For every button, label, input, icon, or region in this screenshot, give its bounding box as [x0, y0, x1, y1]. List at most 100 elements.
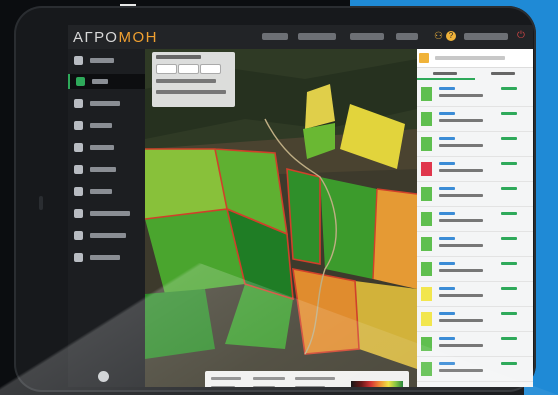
field-index-value [501, 262, 517, 265]
field-color-swatch [421, 287, 432, 301]
layer-tab-2[interactable] [178, 64, 199, 74]
tab-groups[interactable] [475, 69, 533, 80]
legend-label-1 [211, 377, 241, 380]
field-list-item[interactable] [417, 232, 533, 257]
filter-icon[interactable] [419, 53, 429, 63]
sidebar-item-label [90, 123, 112, 128]
field-list-item[interactable] [417, 307, 533, 332]
field-list-item[interactable] [417, 382, 533, 387]
field-index-value [501, 312, 517, 315]
app-logo[interactable]: АГРОМОН [73, 29, 158, 46]
sidebar-item-label [92, 79, 108, 84]
field-crop-area [439, 94, 483, 97]
sidebar-item-5[interactable] [68, 140, 145, 155]
fields-panel [417, 49, 533, 387]
field-color-swatch [421, 187, 432, 201]
field-color-swatch [421, 312, 432, 326]
field-list-item[interactable] [417, 182, 533, 207]
top-nav-link-4[interactable] [396, 33, 418, 40]
field-id [439, 312, 455, 315]
sidebar-item-9[interactable] [68, 228, 145, 243]
field-list-item[interactable] [417, 132, 533, 157]
field-index-value [501, 212, 517, 215]
field-crop-area [439, 319, 483, 322]
field-id [439, 337, 455, 340]
layer-tab-1[interactable] [156, 64, 177, 74]
sidebar-item-label [90, 167, 116, 172]
sidebar-item-label [90, 255, 120, 260]
app-screen: АГРОМОН ⚇ ? ⏻ [68, 25, 533, 387]
top-bar: АГРОМОН ⚇ ? ⏻ [68, 25, 533, 49]
field-color-swatch [421, 162, 432, 176]
sidebar-item-1[interactable] [68, 53, 145, 68]
field-crop-area [439, 369, 483, 372]
power-icon[interactable]: ⏻ [516, 31, 526, 41]
question-icon[interactable]: ? [446, 31, 456, 41]
field-index-value [501, 287, 517, 290]
field-index-value [501, 187, 517, 190]
field-crop-area [439, 344, 483, 347]
sidebar-icon [74, 187, 83, 196]
sidebar-item-7[interactable] [68, 184, 145, 199]
top-nav-link-2[interactable] [298, 33, 336, 40]
layer-panel [152, 52, 235, 107]
field-crop-area [439, 169, 483, 172]
top-nav-link-1[interactable] [262, 33, 288, 40]
map-field-7 [145, 289, 215, 359]
field-id [439, 212, 455, 215]
fields-search[interactable] [417, 49, 533, 68]
legend-value-1 [211, 386, 235, 387]
map-icon [76, 77, 85, 86]
field-color-swatch [421, 337, 432, 351]
season-selector[interactable] [350, 33, 384, 40]
sidebar [68, 49, 145, 387]
layer-panel-title [156, 55, 201, 59]
map-view[interactable]: + − □ ◎ [145, 49, 417, 387]
logo-accent-text: МОН [118, 29, 158, 46]
field-id [439, 287, 455, 290]
layer-option-2[interactable] [156, 90, 226, 94]
tab-label [491, 72, 515, 75]
field-list-item[interactable] [417, 207, 533, 232]
field-id [439, 137, 455, 140]
tab-fields[interactable] [417, 69, 475, 80]
legend-label-2 [253, 377, 285, 380]
field-index-value [501, 162, 517, 165]
sidebar-item-label [90, 58, 114, 63]
layer-option-1[interactable] [156, 79, 216, 83]
sidebar-item-4[interactable] [68, 118, 145, 133]
index-legend-bar [205, 371, 409, 387]
legend-value-3 [295, 386, 325, 387]
user-name[interactable] [464, 33, 508, 40]
sidebar-item-8[interactable] [68, 206, 145, 221]
tablet-frame: АГРОМОН ⚇ ? ⏻ [14, 6, 536, 392]
field-index-value [501, 362, 517, 365]
sidebar-item-3[interactable] [68, 96, 145, 111]
tab-label [433, 72, 457, 75]
field-list-item[interactable] [417, 332, 533, 357]
legend-value-2 [253, 386, 275, 387]
sidebar-item-10[interactable] [68, 250, 145, 265]
field-id [439, 162, 455, 165]
field-id [439, 112, 455, 115]
field-list-item[interactable] [417, 107, 533, 132]
layer-tab-3[interactable] [200, 64, 221, 74]
field-list-item[interactable] [417, 257, 533, 282]
map-field-1 [145, 149, 227, 219]
sidebar-item-map[interactable] [68, 74, 145, 89]
field-color-swatch [421, 137, 432, 151]
field-list-item[interactable] [417, 82, 533, 107]
key-icon[interactable]: ⚇ [434, 31, 443, 42]
field-list-item[interactable] [417, 157, 533, 182]
sidebar-item-6[interactable] [68, 162, 145, 177]
field-list-item[interactable] [417, 282, 533, 307]
map-field-orange-1 [373, 189, 417, 289]
search-input[interactable] [435, 56, 505, 60]
field-crop-area [439, 119, 483, 122]
sidebar-icon [74, 253, 83, 262]
field-crop-area [439, 269, 483, 272]
sidebar-icon [74, 121, 83, 130]
field-list-item[interactable] [417, 357, 533, 382]
info-icon[interactable] [98, 371, 109, 382]
field-crop-area [439, 244, 483, 247]
